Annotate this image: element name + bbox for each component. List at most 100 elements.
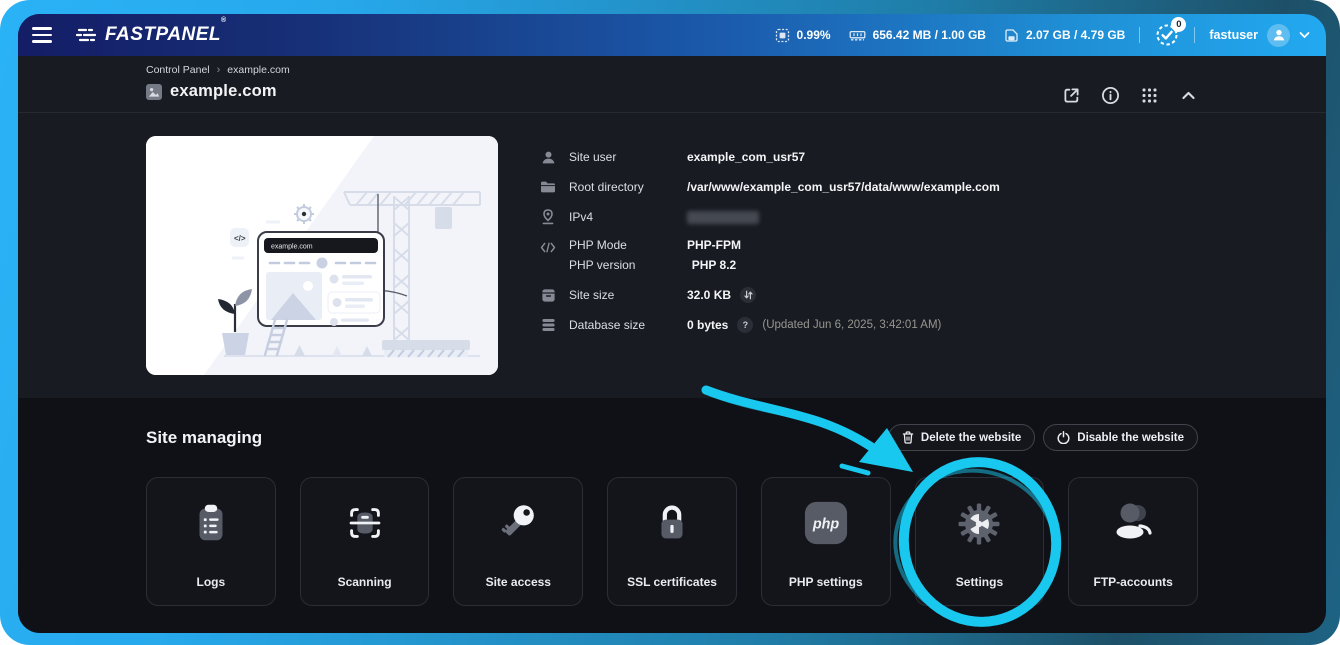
help-icon[interactable]: ?: [737, 317, 754, 333]
breadcrumb-separator: ›: [216, 64, 221, 76]
ipv4-label: IPv4: [569, 210, 594, 224]
site-favicon-icon: [146, 83, 162, 100]
code-icon: [540, 239, 556, 255]
equalizer-logo-icon: [76, 27, 98, 43]
php-icon: php: [803, 500, 849, 551]
site-info-list: Site user example_com_usr57 Root directo…: [540, 136, 1198, 375]
site-size-label: Site size: [569, 288, 615, 302]
settings-gear-icon: [955, 500, 1003, 553]
avatar: [1267, 23, 1290, 47]
topbar: FASTPANEL® 0.99% 656.42 MB / 1.00 GB 2.0…: [18, 14, 1326, 56]
php-row: PHP Mode PHP version PHP-FPM PHP 8.2: [540, 238, 1198, 274]
site-user-value: example_com_usr57: [687, 150, 806, 164]
user-icon: [540, 149, 556, 165]
card-label: Site access: [485, 575, 551, 589]
disk-stat: 2.07 GB / 4.79 GB: [1004, 28, 1125, 43]
user-menu[interactable]: fastuser: [1209, 23, 1310, 47]
card-label: Settings: [955, 575, 1004, 589]
chevron-down-icon: [1299, 31, 1310, 39]
root-directory-row: Root directory /var/www/example_com_usr5…: [540, 178, 1198, 196]
scanning-icon: [342, 500, 388, 551]
site-size-row: Site size 32.0 KB: [540, 286, 1198, 304]
card-ftp-accounts[interactable]: FTP-accounts: [1068, 477, 1199, 606]
delete-website-label: Delete the website: [920, 431, 1022, 444]
php-mode-value: PHP-FPM: [687, 238, 741, 252]
username: fastuser: [1209, 28, 1258, 42]
database-icon: [540, 317, 556, 333]
database-size-row: Database size 0 bytes ? (Updated Jun 6, …: [540, 316, 1198, 334]
delete-website-button[interactable]: Delete the website: [887, 424, 1036, 451]
registered-mark: ®: [221, 17, 227, 24]
svg-text:example.com: example.com: [271, 244, 313, 251]
hamburger-menu-icon[interactable]: [32, 27, 52, 43]
card-label: Scanning: [337, 575, 392, 589]
page-title: example.com: [170, 82, 277, 100]
site-overview-section: Control Panel › example.com example.com: [18, 56, 1326, 398]
topbar-divider: [1139, 27, 1141, 43]
root-directory-label: Root directory: [569, 180, 644, 194]
ftp-users-icon: [1109, 500, 1157, 547]
root-directory-value: /var/www/example_com_usr57/data/www/exam…: [687, 180, 1000, 194]
breadcrumb-control-panel[interactable]: Control Panel: [146, 64, 210, 76]
database-size-updated-note: (Updated Jun 6, 2025, 3:42:01 AM): [762, 319, 942, 331]
open-site-external-link-icon[interactable]: [1062, 86, 1081, 105]
tasks-badge: 0: [1171, 17, 1187, 32]
resource-stats: 0.99% 656.42 MB / 1.00 GB 2.07 GB / 4.79…: [775, 28, 1125, 43]
ram-value: 656.42 MB / 1.00 GB: [872, 28, 986, 42]
card-settings[interactable]: Settings: [914, 477, 1045, 606]
collapse-chevron-up-icon[interactable]: [1179, 86, 1198, 105]
storage-box-icon: [540, 287, 556, 303]
php-mode-label: PHP Mode: [569, 238, 627, 252]
card-label: SSL certificates: [627, 575, 717, 589]
database-size-label: Database size: [569, 318, 646, 332]
power-icon: [1057, 431, 1070, 444]
brand-name: FASTPANEL®: [105, 17, 227, 45]
ram-icon: [849, 28, 866, 43]
disable-website-button[interactable]: Disable the website: [1043, 424, 1198, 451]
cpu-icon: [775, 28, 790, 43]
apps-grid-icon[interactable]: [1140, 86, 1159, 105]
disk-icon: [1004, 28, 1019, 43]
disable-website-label: Disable the website: [1077, 431, 1184, 444]
topbar-divider: [1194, 27, 1196, 43]
tasks-button[interactable]: 0: [1154, 17, 1187, 48]
ssl-lock-icon: [649, 500, 695, 551]
ipv4-redacted-value: [687, 210, 759, 224]
trash-icon: [902, 431, 914, 444]
svg-text:</>: </>: [234, 234, 246, 243]
folder-icon: [540, 179, 556, 195]
card-scanning[interactable]: Scanning: [299, 477, 430, 606]
section-title: Site managing: [146, 427, 263, 447]
php-version-label: PHP version: [569, 258, 636, 272]
cpu-value: 0.99%: [796, 28, 831, 42]
breadcrumb: Control Panel › example.com: [146, 64, 290, 76]
site-managing-section: Site managing Delete the website Disable…: [18, 398, 1326, 633]
refresh-icon[interactable]: [740, 287, 757, 303]
site-managing-cards: Logs Scanning Site access SSL certificat…: [146, 477, 1199, 606]
site-size-value: 32.0 KB: [687, 288, 732, 302]
fastpanel-logo[interactable]: FASTPANEL®: [76, 17, 227, 46]
card-site-access[interactable]: Site access: [453, 477, 584, 606]
card-label: Logs: [196, 575, 226, 589]
ram-stat: 656.42 MB / 1.00 GB: [849, 28, 986, 43]
svg-text:php: php: [812, 517, 840, 533]
disk-value: 2.07 GB / 4.79 GB: [1025, 28, 1126, 42]
card-php-settings[interactable]: php PHP settings: [760, 477, 891, 606]
key-icon: [495, 500, 541, 551]
site-illustration: example.com </>: [146, 136, 498, 375]
card-ssl-certificates[interactable]: SSL certificates: [607, 477, 737, 606]
fastpanel-app: FASTPANEL® 0.99% 656.42 MB / 1.00 GB 2.0…: [18, 14, 1326, 633]
card-label: FTP-accounts: [1093, 575, 1173, 589]
site-user-row: Site user example_com_usr57: [540, 148, 1198, 166]
ipv4-row: IPv4: [540, 208, 1198, 226]
database-size-value: 0 bytes: [687, 318, 729, 332]
site-user-label: Site user: [569, 150, 617, 164]
cpu-stat: 0.99%: [775, 28, 831, 43]
info-icon[interactable]: [1101, 86, 1120, 105]
php-version-value: PHP 8.2: [691, 258, 737, 272]
page-header: Control Panel › example.com example.com: [18, 56, 1326, 113]
logs-icon: [188, 500, 234, 551]
card-logs[interactable]: Logs: [146, 477, 276, 606]
card-label: PHP settings: [788, 575, 863, 589]
breadcrumb-site[interactable]: example.com: [227, 64, 289, 76]
